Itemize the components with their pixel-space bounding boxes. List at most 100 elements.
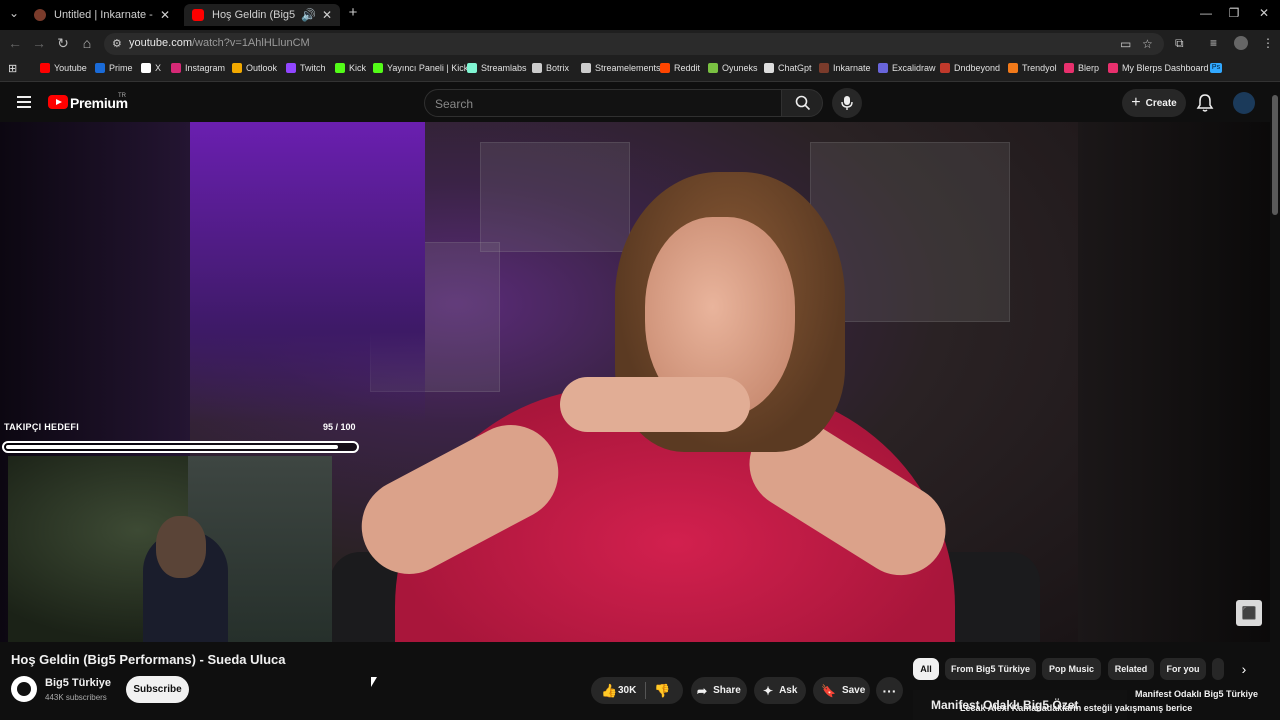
bookmark-label: Inkarnate — [833, 63, 871, 73]
channel-name[interactable]: Big5 Türkiye — [45, 677, 111, 689]
follower-goal-fill — [6, 445, 338, 449]
more-actions-button[interactable]: ··· — [876, 677, 903, 704]
chip-all[interactable]: All — [913, 658, 939, 680]
close-window-icon[interactable]: ✕ — [1254, 6, 1274, 20]
site-info-icon[interactable]: ⚙ — [112, 37, 122, 50]
chip-pop-music[interactable]: Pop Music — [1042, 658, 1101, 680]
minimize-icon[interactable]: — — [1196, 6, 1216, 20]
bookmark-item[interactable]: Twitch — [286, 63, 326, 73]
bookmark-item[interactable]: Dndbeyond — [940, 63, 1000, 73]
cast-icon[interactable]: ▭ — [1120, 37, 1131, 51]
browser-menu-icon[interactable]: ⋮ — [1262, 36, 1274, 50]
apps-grid-icon[interactable]: ⊞ — [8, 62, 17, 75]
bookmark-item[interactable]: Reddit — [660, 63, 700, 73]
more-icon: ··· — [882, 682, 897, 699]
bookmark-item[interactable]: Streamlabs — [467, 63, 527, 73]
bookmark-item[interactable]: Prime — [95, 63, 133, 73]
browser-tab-youtube[interactable]: Hoş Geldin (Big5 Performan 🔊 ✕ — [184, 4, 340, 26]
new-tab-button[interactable]: + — [343, 4, 363, 21]
tab-title: Hoş Geldin (Big5 Performan — [212, 9, 295, 21]
region-code: TR — [118, 93, 126, 99]
chip-related[interactable]: Related — [1108, 658, 1154, 680]
bookmark-item[interactable]: Inkarnate — [819, 63, 871, 73]
person-hands — [560, 377, 750, 432]
bookmark-favicon-icon — [467, 63, 477, 73]
bookmark-star-icon[interactable]: ☆ — [1142, 37, 1153, 51]
save-label: Save — [841, 685, 866, 696]
bookmark-item[interactable]: Ps — [1210, 63, 1226, 73]
home-icon[interactable]: ⌂ — [78, 35, 96, 51]
create-button[interactable]: + Create — [1122, 89, 1186, 117]
speaker-icon[interactable]: 🔊 — [301, 8, 316, 22]
hamburger-menu-icon[interactable] — [17, 96, 31, 111]
bookmark-item[interactable]: Oyuneks — [708, 63, 758, 73]
bookmark-item[interactable]: Streamelements — [581, 63, 661, 73]
close-tab-icon[interactable]: ✕ — [160, 8, 170, 22]
bookmarks-bar: ⊞ Youtube Prime X Instagram Outlook Twitch Kic… — [0, 58, 1280, 82]
share-button[interactable]: ➦ Share — [691, 677, 747, 704]
scrollbar-thumb[interactable] — [1272, 95, 1278, 215]
plus-icon: + — [1131, 94, 1141, 111]
youtube-logo-icon[interactable] — [48, 95, 68, 109]
bookmark-item[interactable]: X — [141, 63, 161, 73]
bookmark-favicon-icon — [764, 63, 774, 73]
bookmark-label: Outlook — [246, 63, 278, 73]
chip-for-you[interactable]: For you — [1160, 658, 1206, 680]
bookmark-item[interactable]: ChatGpt — [764, 63, 812, 73]
bookmark-item[interactable]: Kick — [335, 63, 366, 73]
address-bar[interactable]: ⚙ youtube.com/watch?v=1AhlHLlunCM ▭ ☆ — [104, 33, 1164, 55]
bookmark-item[interactable]: Blerp — [1064, 63, 1099, 73]
bookmark-label: Streamlabs — [481, 63, 527, 73]
ask-button[interactable]: ✦ Ask — [754, 677, 806, 704]
chip-from-channel[interactable]: From Big5 Türkiye — [945, 658, 1036, 680]
bookmark-item[interactable]: Youtube — [40, 63, 87, 73]
bookmark-favicon-icon — [286, 63, 296, 73]
voice-search-button[interactable] — [832, 88, 862, 118]
account-avatar[interactable] — [1233, 92, 1255, 114]
reload-icon[interactable]: ↻ — [54, 35, 72, 52]
subscribe-button[interactable]: Subscribe — [126, 676, 189, 703]
bookmark-favicon-icon — [1064, 63, 1074, 73]
close-tab-icon[interactable]: ✕ — [322, 8, 332, 22]
page-scrollbar[interactable] — [1270, 83, 1280, 720]
profile-avatar[interactable] — [1234, 36, 1248, 50]
youtube-header: Premium TR Search + Create — [0, 83, 1270, 123]
restore-icon[interactable]: ❐ — [1224, 6, 1244, 20]
url-text: youtube.com/watch?v=1AhlHLlunCM — [129, 37, 310, 49]
share-label: Share — [713, 685, 741, 696]
bookmark-item[interactable]: Botrix — [532, 63, 569, 73]
search-input[interactable]: Search — [424, 89, 782, 117]
bookmark-item[interactable]: Yayıncı Paneli | Kick — [373, 63, 468, 73]
share-icon: ➦ — [697, 683, 708, 698]
subscriber-count: 443K subscribers — [45, 693, 107, 702]
bookmark-favicon-icon — [532, 63, 542, 73]
video-player[interactable]: TAKIPÇI HEDEFI 95 / 100 ⬛ — [0, 122, 1270, 642]
bookmark-item[interactable]: Instagram — [171, 63, 225, 73]
back-icon[interactable]: ← — [6, 35, 24, 51]
dislike-icon[interactable]: 👎 — [654, 683, 670, 699]
media-control-icon[interactable]: ≡ — [1210, 36, 1217, 50]
browser-tab-inkarnate[interactable]: Untitled | Inkarnate - Create Fa ✕ — [26, 4, 178, 26]
like-icon[interactable]: 👍 — [601, 683, 617, 699]
channel-avatar[interactable] — [11, 676, 37, 702]
search-placeholder: Search — [435, 97, 474, 111]
search-button[interactable] — [781, 89, 823, 117]
bookmark-item[interactable]: Trendyol — [1008, 63, 1057, 73]
bookmark-label: Streamelements — [595, 63, 661, 73]
bookmark-item[interactable]: My Blerps Dashboard — [1108, 63, 1209, 73]
bookmark-label: ChatGpt — [778, 63, 812, 73]
recommendation-title[interactable]: Manifest Odaklı Big5 Türkiye — [1135, 689, 1258, 699]
bookmark-label: My Blerps Dashboard — [1122, 63, 1209, 73]
bookmark-label: Botrix — [546, 63, 570, 73]
forward-icon[interactable]: → — [30, 35, 48, 51]
chip-partial[interactable] — [1212, 658, 1224, 680]
like-count[interactable]: 30K — [618, 685, 636, 696]
extensions-icon[interactable]: ⧉ — [1175, 36, 1184, 51]
chevron-right-icon[interactable]: › — [1233, 658, 1255, 680]
save-button[interactable]: 🔖 Save — [813, 677, 870, 704]
bookmark-item[interactable]: Outlook — [232, 63, 277, 73]
bookmark-item[interactable]: Excalidraw — [878, 63, 936, 73]
channel-watermark-icon[interactable]: ⬛ — [1236, 600, 1262, 626]
notifications-bell-icon[interactable] — [1196, 93, 1214, 113]
tab-search-icon[interactable]: ⌄ — [4, 6, 24, 20]
